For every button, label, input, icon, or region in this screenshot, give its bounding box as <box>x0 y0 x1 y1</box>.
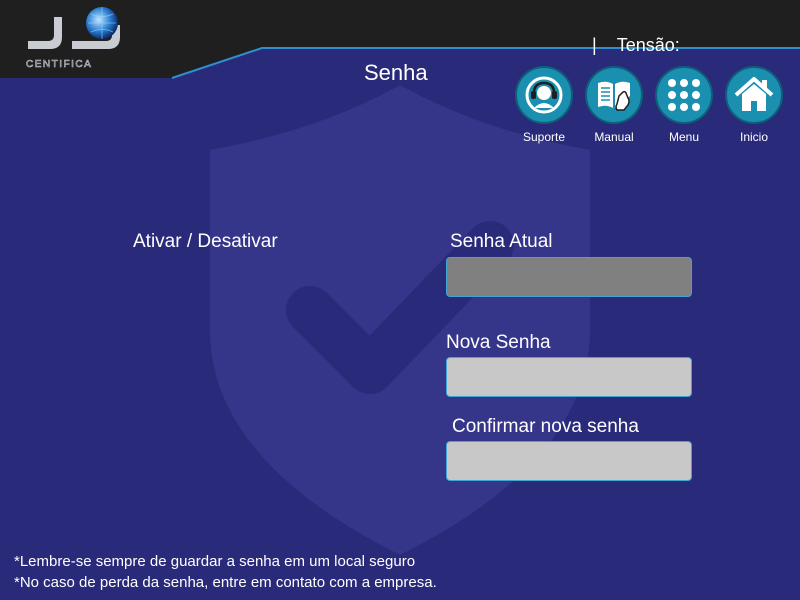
confirm-password-field[interactable] <box>446 441 692 481</box>
menu-button[interactable]: Menu <box>654 66 714 146</box>
book-icon <box>598 81 630 111</box>
confirm-password-label: Confirmar nova senha <box>452 416 639 437</box>
grid-icon <box>668 79 700 111</box>
footer-notes: *Lembre-se sempre de guardar a senha em … <box>14 551 437 593</box>
new-password-field[interactable] <box>446 357 692 397</box>
home-label: Inicio <box>739 130 768 144</box>
current-password-label: Senha Atual <box>450 231 553 252</box>
current-password-field[interactable] <box>446 257 692 297</box>
home-button[interactable]: Inicio <box>724 66 784 146</box>
company-logo: CENTIFICA <box>22 5 134 73</box>
header-separator: | <box>592 35 597 55</box>
note-save-password: *Lembre-se sempre de guardar a senha em … <box>14 553 416 570</box>
headset-icon <box>525 76 563 114</box>
menu-label: Menu <box>668 130 700 144</box>
voltage-label: Tensão: <box>616 35 680 55</box>
home-icon <box>734 77 774 111</box>
logo-text: CENTIFICA <box>26 59 92 70</box>
toggle-password-label[interactable]: Ativar / Desativar <box>133 231 278 253</box>
manual-label: Manual <box>594 130 634 144</box>
support-button[interactable]: Suporte <box>514 66 574 146</box>
voltage-readout: | Tensão: <box>582 14 685 56</box>
shield-watermark-icon <box>190 80 610 560</box>
manual-button[interactable]: Manual <box>584 66 644 146</box>
page-title: Senha <box>364 60 428 85</box>
new-password-label: Nova Senha <box>446 332 551 353</box>
support-label: Suporte <box>522 130 566 144</box>
note-contact-company: *No caso de perda da senha, entre em con… <box>14 574 437 591</box>
